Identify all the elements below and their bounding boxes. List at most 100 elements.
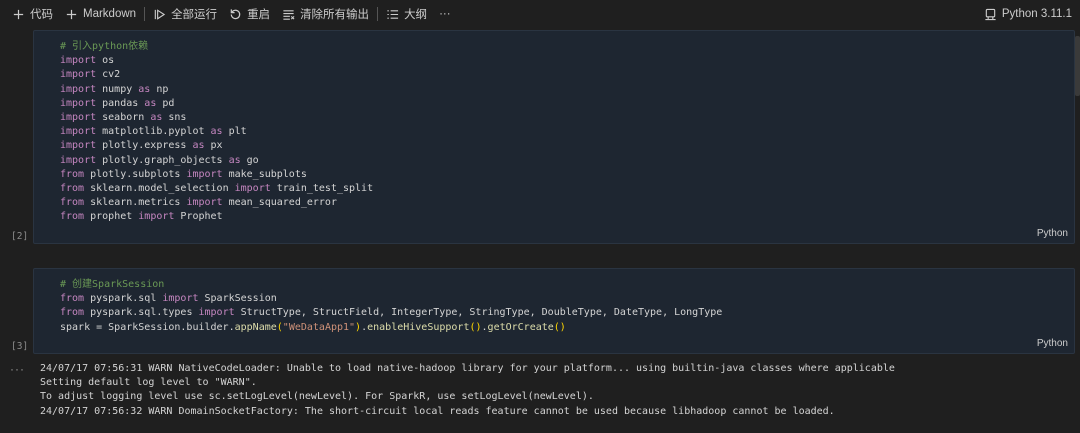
code-token: spark = SparkSession.builder. [60,321,235,333]
code-line: import pandas as pd [60,97,1074,111]
code-line: import matplotlib.pyplot as plt [60,125,1074,139]
code-token: import [60,154,97,166]
execution-count: [3] [11,341,29,352]
code-token: as [144,97,157,109]
code-token: pandas [96,97,145,109]
restart-button[interactable]: 重启 [223,3,276,25]
code-token: from [60,293,85,305]
kernel-icon [985,8,996,20]
kernel-picker[interactable]: Python 3.11.1 [984,0,1072,28]
toolbar-divider [377,7,379,21]
clear-outputs-button[interactable]: 清除所有输出 [276,3,375,25]
code-cell[interactable]: # 创建SparkSession from pyspark.sql import … [33,268,1075,354]
code-line: import plotly.graph_objects as go [60,154,1074,168]
code-token: as [210,126,223,138]
code-token: plt [222,126,247,138]
code-token: import [60,112,97,124]
cell-language-label[interactable]: Python [1037,228,1068,239]
toolbar-divider [144,7,146,21]
code-line: from pyspark.sql import SparkSession [60,292,1074,306]
code-token: os [96,55,115,67]
code-token: import [198,307,235,319]
code-token: from [60,307,85,319]
code-token: sklearn.model_selection [84,183,235,195]
clear-all-icon [283,9,295,20]
code-line: from prophet import Prophet [60,210,1074,224]
code-token: # 创建SparkSession [60,279,165,290]
add-markdown-label: Markdown [83,8,137,20]
restart-label: 重启 [247,9,271,21]
run-all-label: 全部运行 [171,9,218,21]
code-token: () [553,321,566,333]
code-token: make_subplots [222,168,307,180]
code-token: plotly.subplots [84,168,187,180]
code-line: from plotly.subplots import make_subplot… [60,168,1074,182]
notebook-toolbar: 代码 Markdown 全部运行 重启 清除所有输出 大纲 ··· [0,0,1080,28]
code-line: # 创建SparkSession [60,278,1074,292]
output-line: 24/07/17 07:56:32 WARN DomainSocketFacto… [40,405,835,417]
outline-list-icon [387,9,399,19]
code-line: import seaborn as sns [60,111,1074,125]
outline-button[interactable]: 大纲 [380,3,433,25]
code-token: pyspark.sql.types [84,307,199,319]
code-token: enableHiveSupport [367,321,470,333]
code-token: Prophet [174,211,223,223]
code-token: go [240,154,259,166]
code-token: as [228,154,241,166]
code-token: sklearn.metrics [84,197,187,209]
code-token: import [60,126,97,138]
add-code-button[interactable]: 代码 [6,3,59,25]
code-cell[interactable]: # 引入python依赖 import os import cv2 import nu… [33,30,1075,244]
output-line: Setting default log level to "WARN". [40,377,257,389]
cell-output: 24/07/17 07:56:31 WARN NativeCodeLoader:… [40,362,895,419]
code-token: from [60,197,85,209]
code-token: sns [162,112,187,124]
code-line: import os [60,54,1074,68]
code-token: getOrCreate [487,321,554,333]
plus-icon [13,9,24,19]
run-all-button[interactable]: 全部运行 [147,3,223,25]
code-token: SparkSession [198,293,277,305]
code-token: as [150,112,163,124]
code-line: import cv2 [60,68,1074,82]
code-token: StructType, StructField, IntegerType, St… [234,307,723,319]
code-editor[interactable]: # 创建SparkSession from pyspark.sql import … [34,269,1074,335]
code-line: spark = SparkSession.builder.appName("We… [60,321,1074,335]
code-token: mean_squared_error [222,197,337,209]
scrollbar[interactable] [1075,36,1080,96]
code-editor[interactable]: # 引入python依赖 import os import cv2 import nu… [34,31,1074,225]
code-line: # 引入python依赖 [60,40,1074,54]
code-token: matplotlib.pyplot [96,126,211,138]
code-token: from [60,211,85,223]
code-token: from [60,168,85,180]
code-token: prophet [84,211,139,223]
code-line: from sklearn.metrics import mean_squared… [60,196,1074,210]
add-markdown-button[interactable]: Markdown [59,3,142,25]
code-token: np [150,83,169,95]
code-token: import [186,168,223,180]
code-line: from sklearn.model_selection import trai… [60,182,1074,196]
code-token: as [192,140,205,152]
code-token: numpy [96,83,139,95]
code-token: pyspark.sql [84,293,163,305]
code-token: cv2 [96,69,121,81]
cell-language-label[interactable]: Python [1037,338,1068,349]
output-actions-button[interactable]: ··· [10,362,25,376]
code-token: import [186,197,223,209]
code-token: import [60,83,97,95]
code-token: appName [234,321,277,333]
output-line: 24/07/17 07:56:31 WARN NativeCodeLoader:… [40,363,895,374]
plus-icon [66,9,77,19]
code-token: as [138,83,151,95]
execution-count: [2] [11,231,29,242]
code-token: () [469,321,482,333]
code-token: pd [156,97,175,109]
run-all-icon [154,8,166,20]
code-line: import plotly.express as px [60,139,1074,153]
output-line: To adjust logging level use sc.setLogLev… [40,391,594,403]
code-token: import [234,183,271,195]
more-icon: ··· [439,8,451,20]
more-actions-button[interactable]: ··· [433,3,457,25]
code-token: import [162,293,199,305]
code-line: import numpy as np [60,83,1074,97]
